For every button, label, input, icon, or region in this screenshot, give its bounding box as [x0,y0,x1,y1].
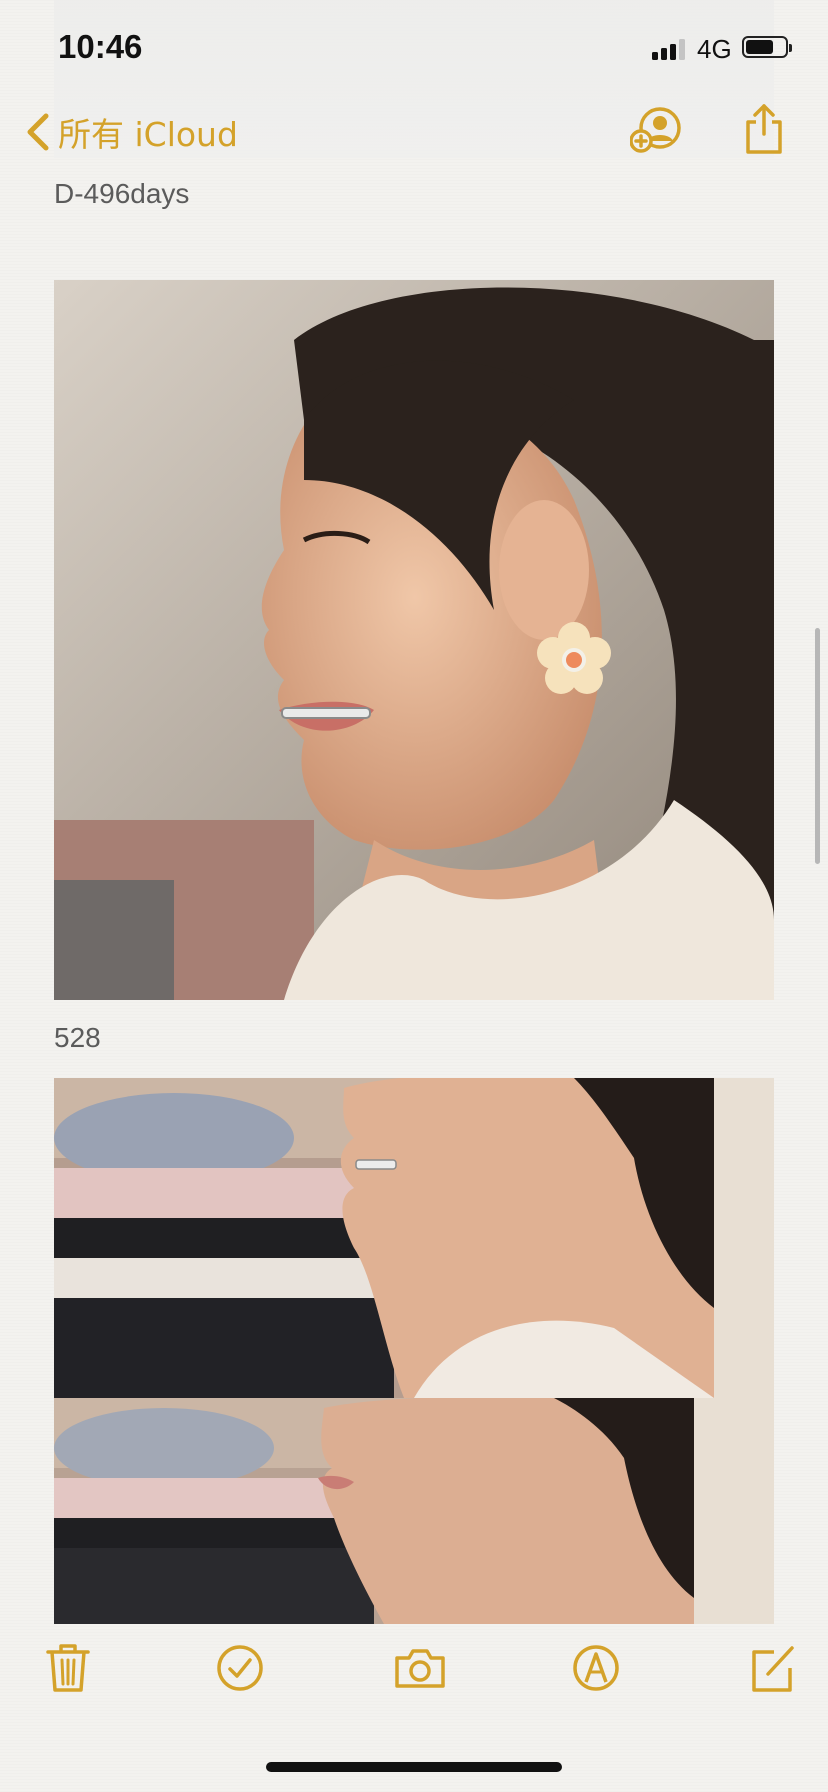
back-button[interactable]: 所有 iCloud [24,108,238,156]
delete-button[interactable] [42,1640,94,1696]
trash-icon [46,1644,90,1692]
add-person-icon[interactable] [630,106,686,154]
compose-icon [752,1646,794,1692]
note-photo-profile[interactable] [54,280,774,1000]
compose-button[interactable] [746,1640,798,1696]
camera-icon [395,1649,445,1688]
note-heading[interactable]: D-496days [54,178,189,210]
home-indicator[interactable] [266,1762,562,1772]
note-photo-side-2[interactable] [54,1398,774,1624]
back-button-label: 所有 iCloud [58,115,238,154]
scroll-indicator[interactable] [815,628,820,864]
share-icon[interactable] [742,102,786,156]
notes-page: 10:46 4G 所有 iCloud D-496days 528 [0,0,828,1792]
note-caption[interactable]: 528 [54,1022,101,1054]
battery-fill [746,40,773,54]
markup-button[interactable] [570,1640,622,1696]
chevron-left-icon [27,113,49,151]
battery-icon [742,36,792,58]
status-time: 10:46 [58,28,143,65]
navigation-bar: 所有 iCloud [0,100,828,164]
photo-profile-image [54,280,774,1000]
checklist-button[interactable] [214,1640,266,1696]
status-bar: 10:46 4G [0,0,828,100]
signal-icon [652,39,685,60]
photo-side-1-image [54,1078,774,1398]
note-photo-side-1[interactable] [54,1078,774,1398]
camera-button[interactable] [392,1640,448,1696]
photo-side-2-image [54,1398,774,1624]
bottom-toolbar [0,1640,828,1720]
checklist-icon [217,1645,263,1691]
markup-icon [573,1645,619,1691]
network-type: 4G [697,34,732,64]
